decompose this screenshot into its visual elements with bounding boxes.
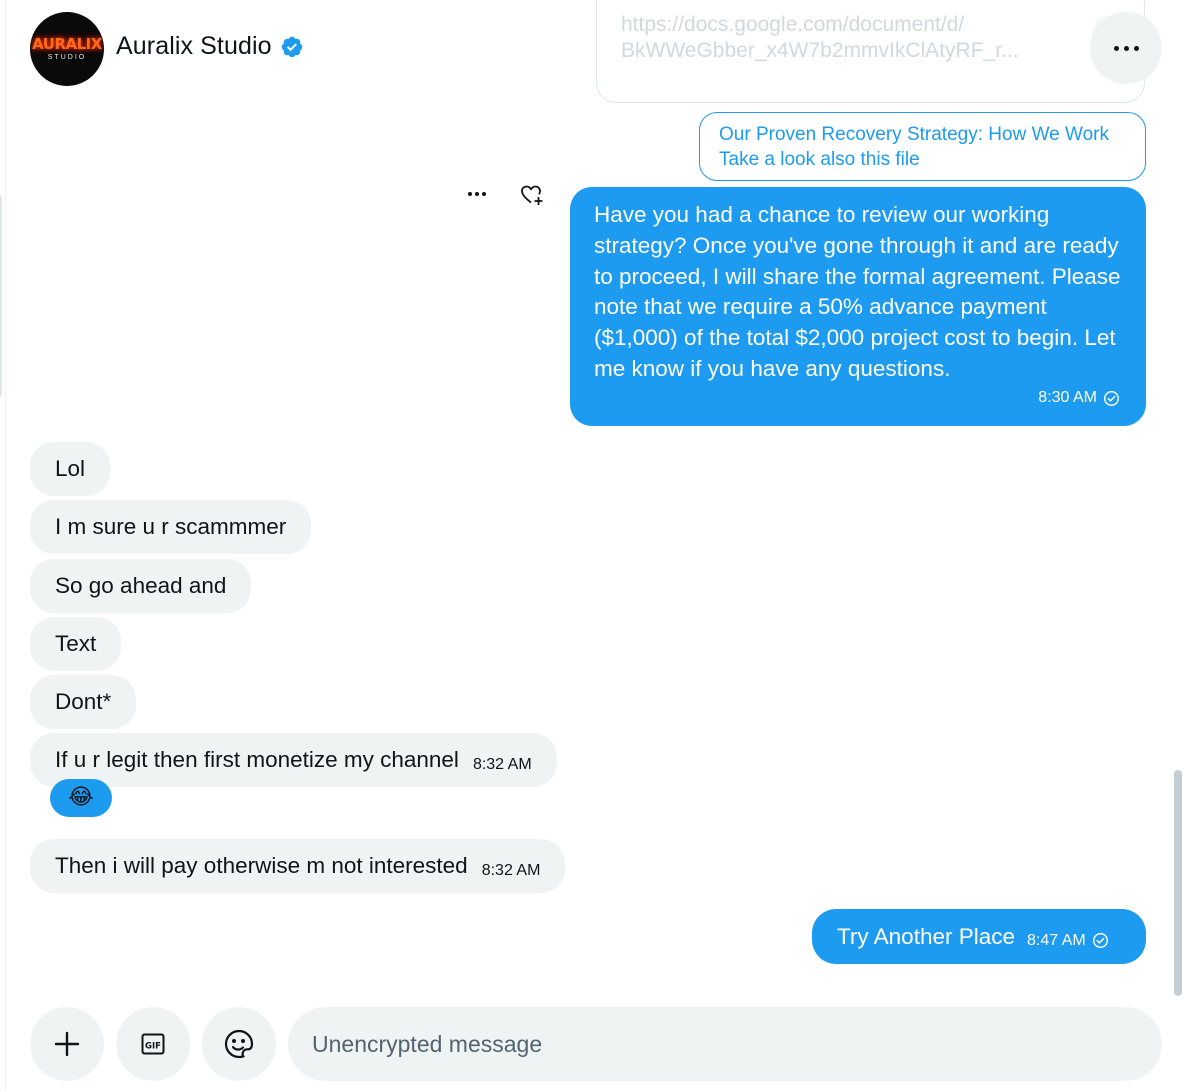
- message-input-wrap[interactable]: [288, 1007, 1162, 1081]
- received-message-text: Then i will pay otherwise m not interest…: [55, 853, 468, 878]
- scrollbar-thumb[interactable]: [1174, 770, 1182, 996]
- received-message-text: Lol: [55, 456, 86, 481]
- more-dot: [1123, 45, 1129, 51]
- received-message[interactable]: Dont*: [30, 675, 137, 729]
- more-dot: [1133, 45, 1139, 51]
- more-options-button[interactable]: [1090, 12, 1162, 84]
- message-more-icon[interactable]: [464, 183, 490, 205]
- received-message-time: 8:32 AM: [481, 862, 541, 879]
- received-message-time: 8:32 AM: [472, 756, 532, 773]
- header-title-wrap[interactable]: Auralix Studio: [116, 32, 304, 61]
- add-attachment-button[interactable]: [30, 1007, 104, 1081]
- received-message-text: Text: [55, 631, 97, 656]
- gif-icon: GIF: [141, 1033, 165, 1055]
- more-dot: [475, 192, 479, 196]
- more-dot: [482, 192, 486, 196]
- sent-message-time: 8:30 AM: [1038, 389, 1097, 407]
- page-title: Auralix Studio: [116, 32, 272, 60]
- sent-message-bubble[interactable]: Try Another Place 8:47 AM: [812, 909, 1146, 964]
- avatar[interactable]: AURALIX STUDIO: [30, 12, 104, 86]
- sent-message-bubble[interactable]: Have you had a chance to review our work…: [570, 187, 1146, 426]
- sent-message-meta: 8:47 AM: [1027, 932, 1109, 950]
- received-message[interactable]: If u r legit then first monetize my chan…: [30, 733, 557, 787]
- gif-label: GIF: [145, 1041, 161, 1051]
- received-message[interactable]: Text: [30, 617, 122, 671]
- received-message-text: I m sure u r scammmer: [55, 514, 287, 539]
- sent-message-text: Try Another Place: [837, 923, 1016, 949]
- conversation-header: AURALIX STUDIO Auralix Studio: [0, 0, 1200, 100]
- sent-message-outline[interactable]: Our Proven Recovery Strategy: How We Wor…: [699, 112, 1146, 181]
- outline-message-line1: Our Proven Recovery Strategy: How We Wor…: [719, 124, 1109, 145]
- message-composer: GIF: [0, 1000, 1200, 1091]
- plus-icon: [54, 1031, 80, 1057]
- avatar-logo-subtext: STUDIO: [47, 54, 87, 61]
- more-dot: [468, 192, 472, 196]
- received-message[interactable]: Lol: [30, 442, 111, 496]
- emoji-button[interactable]: [202, 1007, 276, 1081]
- avatar-logo-text: AURALIX: [32, 35, 102, 53]
- sent-message-meta: 8:30 AM: [1038, 383, 1120, 414]
- add-reaction-heart-icon[interactable]: [519, 182, 545, 208]
- emoji-icon: [224, 1029, 254, 1059]
- sent-check-icon: [1092, 932, 1108, 949]
- gif-button[interactable]: GIF: [116, 1007, 190, 1081]
- laughing-emoji-icon: 😂: [68, 785, 94, 810]
- reaction-badge[interactable]: 😂: [50, 779, 112, 817]
- received-message-text: If u r legit then first monetize my chan…: [55, 747, 459, 772]
- received-message[interactable]: So go ahead and: [30, 559, 252, 613]
- verified-badge-icon: [281, 36, 302, 57]
- message-input[interactable]: [312, 1030, 1132, 1058]
- received-message-text: Dont*: [55, 689, 112, 714]
- sent-message-time: 8:47 AM: [1027, 931, 1086, 949]
- sent-message-text: Have you had a chance to review our work…: [594, 202, 1121, 381]
- more-dot: [1113, 45, 1119, 51]
- received-message[interactable]: I m sure u r scammmer: [30, 500, 312, 554]
- outline-message-line2: Take a look also this file: [719, 149, 920, 170]
- received-message-text: So go ahead and: [55, 573, 227, 598]
- left-divider: [5, 0, 6, 1091]
- received-message[interactable]: Then i will pay otherwise m not interest…: [30, 839, 566, 893]
- left-edge-marker: [0, 196, 2, 396]
- sent-check-icon: [1103, 391, 1120, 407]
